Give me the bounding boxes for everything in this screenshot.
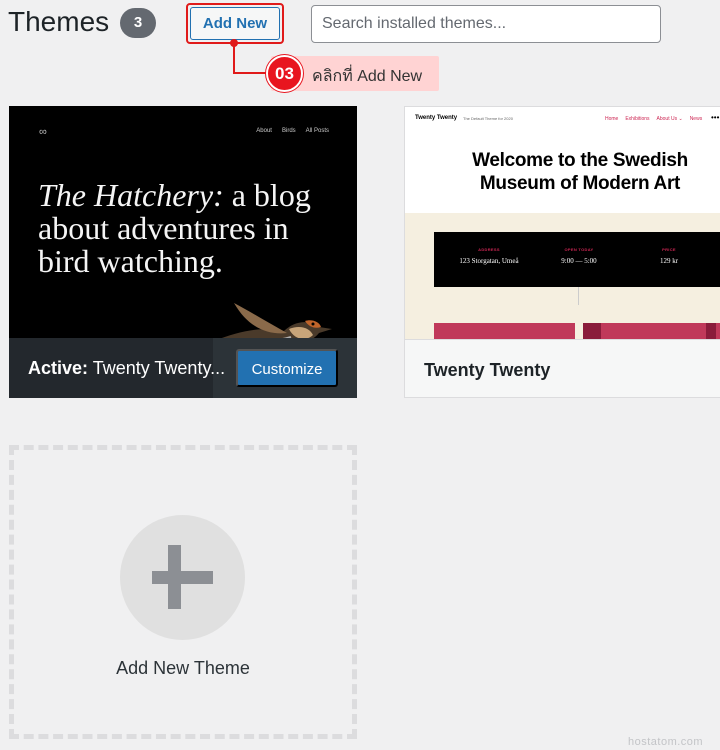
site-logo-icon: ∞ xyxy=(39,126,47,138)
preview-nav-item: About Us ⌄ xyxy=(656,116,683,122)
preview-nav-item: Exhibitions xyxy=(625,116,650,122)
preview-divider xyxy=(578,287,579,305)
add-new-theme-label: Add New Theme xyxy=(116,658,250,678)
theme-card-footer: Twenty Twenty xyxy=(405,339,720,397)
preview-nav-item: About xyxy=(256,128,272,134)
info-column: OPEN TODAY 9:00 — 5:00 xyxy=(544,247,614,265)
theme-card-active[interactable]: ∞ About Birds All Posts The Hatchery: a … xyxy=(9,106,357,398)
preview-nav: About Birds All Posts xyxy=(256,128,329,134)
callout-instruction-text: คลิกที่ Add New xyxy=(312,68,423,85)
page-title: Themes xyxy=(8,6,110,37)
active-theme-label: Active: Twenty Twenty... xyxy=(28,358,225,379)
callout-connector-line xyxy=(233,43,235,73)
info-value: 129 kr xyxy=(659,257,679,265)
preview-info-bar: ADDRESS 123 Storgatan, Umeå OPEN TODAY 9… xyxy=(434,232,720,287)
theme-card[interactable]: Twenty Twenty The Default Theme for 2020… xyxy=(404,106,720,398)
theme-name: Twenty Twenty xyxy=(424,360,551,380)
plus-icon-bar xyxy=(152,571,213,584)
theme-count-badge: 3 xyxy=(120,8,156,38)
preview-image-block xyxy=(583,323,720,339)
info-label: PRICE xyxy=(662,247,676,252)
theme-card-footer: Active: Twenty Twenty... Customize xyxy=(9,338,357,398)
more-icon: ••• xyxy=(711,113,720,122)
theme-name: Twenty Twenty... xyxy=(92,358,226,378)
info-value: 123 Storgatan, Umeå xyxy=(459,257,519,265)
active-prefix: Active: xyxy=(28,358,89,378)
info-column: ADDRESS 123 Storgatan, Umeå xyxy=(454,247,524,265)
preview-headline-italic: The Hatchery: xyxy=(38,177,224,213)
preview-site-title: Twenty Twenty xyxy=(415,115,458,121)
search-input[interactable] xyxy=(311,5,661,43)
preview-nav-item: Birds xyxy=(281,128,296,134)
info-label: ADDRESS xyxy=(478,247,500,252)
add-new-button[interactable]: Add New xyxy=(190,7,280,40)
info-label: OPEN TODAY xyxy=(564,247,594,252)
customize-button[interactable]: Customize xyxy=(236,349,338,387)
preview-header: Twenty Twenty The Default Theme for 2020… xyxy=(405,107,720,213)
info-column: PRICE 129 kr xyxy=(634,247,704,265)
preview-nav-item: Home xyxy=(605,116,619,122)
preview-headline: The Hatchery: a blog about adventures in… xyxy=(38,179,338,278)
preview-nav-item: All Posts xyxy=(305,128,329,134)
preview-tagline: The Default Theme for 2020 xyxy=(463,116,513,121)
step-number-badge: 03 xyxy=(266,55,303,92)
preview-headline: Welcome to the Swedish Museum of Modern … xyxy=(472,150,688,194)
preview-nav: Home Exhibitions About Us ⌄ News xyxy=(605,116,702,122)
add-new-theme-tile[interactable]: Add New Theme xyxy=(9,445,357,739)
info-value: 9:00 — 5:00 xyxy=(561,257,597,265)
preview-image-block xyxy=(434,323,575,339)
preview-nav-item: News xyxy=(689,116,703,122)
watermark: hostatom.com xyxy=(628,736,704,748)
